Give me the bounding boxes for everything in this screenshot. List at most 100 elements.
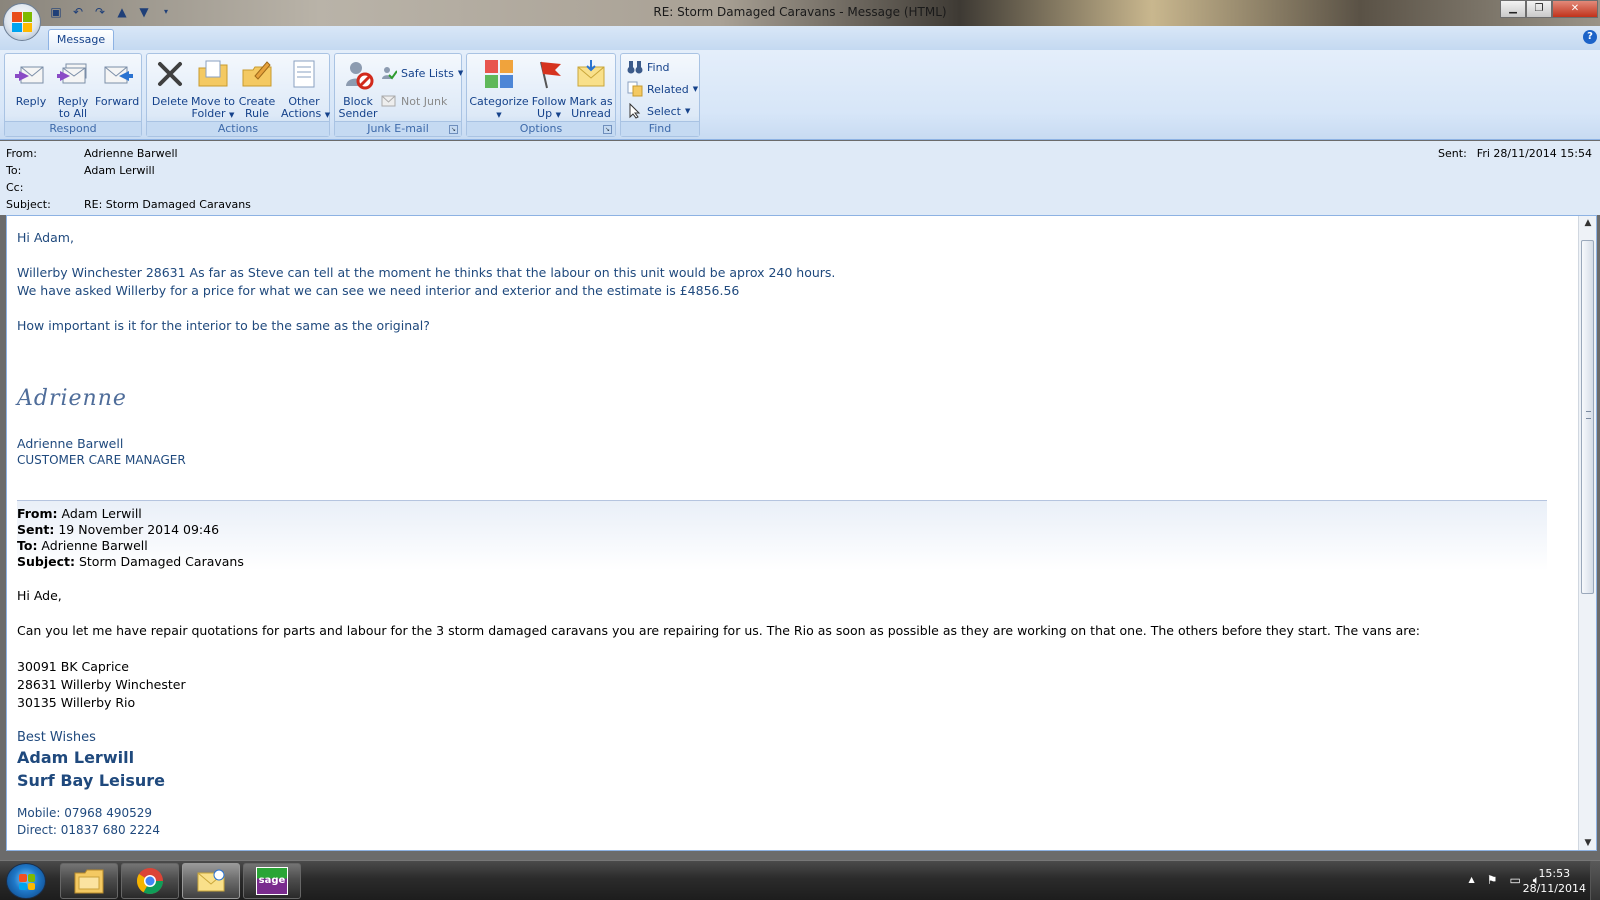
group-label-options: Options <box>467 121 615 136</box>
network-icon[interactable]: ▭ <box>1509 873 1520 888</box>
office-button[interactable] <box>3 3 41 41</box>
start-button[interactable] <box>6 863 46 899</box>
quoted-body: Can you let me have repair quotations fo… <box>17 623 1420 638</box>
from-label: From: <box>6 147 37 160</box>
other-actions-button[interactable]: Other Actions ▼ <box>281 58 331 121</box>
subject-label: Subject: <box>6 198 51 211</box>
clock-time: 15:53 <box>1538 867 1571 880</box>
group-actions: Delete Move to Folder ▼ Create Rule Othe… <box>146 53 330 137</box>
block-sender-icon <box>346 62 374 90</box>
group-label-actions: Actions <box>147 121 329 136</box>
related-button[interactable]: Related ▼ <box>627 80 698 98</box>
safe-lists-icon <box>382 67 397 80</box>
from-value[interactable]: Adrienne Barwell <box>84 147 178 160</box>
select-button[interactable]: Select ▼ <box>627 102 690 120</box>
clock-date: 28/11/2014 <box>1522 882 1586 895</box>
related-icon <box>627 81 643 97</box>
close-button[interactable]: ✕ <box>1552 0 1598 18</box>
show-desktop-button[interactable] <box>1590 861 1600 900</box>
categorize-button[interactable]: Categorize ▼ <box>469 58 529 121</box>
scroll-down-icon[interactable]: ▼ <box>1579 836 1596 850</box>
chevron-down-icon: ▼ <box>457 69 464 77</box>
scroll-thumb[interactable] <box>1581 240 1594 594</box>
greeting: Hi Adam, <box>17 230 74 245</box>
action-center-flag-icon[interactable]: ⚑ <box>1487 873 1498 888</box>
group-options: Categorize ▼ Follow Up ▼ Mark as Unread … <box>466 53 616 137</box>
sent-label: Sent: <box>1438 147 1467 160</box>
restore-button[interactable]: ❐ <box>1526 0 1552 18</box>
quoted-greeting: Hi Ade, <box>17 588 62 603</box>
vertical-scrollbar[interactable]: ▲ ▼ <box>1578 216 1596 850</box>
van-item-1: 30091 BK Caprice <box>17 659 129 674</box>
grip-icon <box>1586 411 1591 419</box>
delete-button[interactable]: Delete <box>151 58 189 108</box>
body-line-2: We have asked Willerby for a price for w… <box>17 283 740 298</box>
windows-explorer-icon <box>74 869 104 894</box>
taskbar-chrome[interactable] <box>121 863 179 899</box>
window-title: RE: Storm Damaged Caravans - Message (HT… <box>653 5 947 19</box>
chevron-down-icon: ▼ <box>496 111 502 119</box>
quoted-sender-name: Adam Lerwill <box>17 748 135 767</box>
quoted-mobile: Mobile: 07968 490529 <box>17 806 153 820</box>
scroll-up-icon[interactable]: ▲ <box>1579 216 1596 230</box>
group-junk-email: Block Sender Safe Lists ▼ Not Junk Junk … <box>334 53 463 137</box>
find-button[interactable]: Find <box>627 58 670 76</box>
not-junk-button[interactable]: Not Junk <box>381 92 447 110</box>
quoted-closing: Best Wishes <box>17 730 96 745</box>
body-line-1: Willerby Winchester 28631 As far as Stev… <box>17 265 836 280</box>
mark-as-unread-button[interactable]: Mark as Unread <box>569 58 613 120</box>
header-sent-row: Sent: Fri 28/11/2014 15:54 <box>1438 147 1592 160</box>
message-header: From: Adrienne Barwell To: Adam Lerwill Cc… <box>0 141 1600 215</box>
taskbar-sage[interactable]: sage <box>243 863 301 899</box>
group-label-junk-email: Junk E-mail <box>335 121 461 136</box>
binoculars-icon <box>627 61 643 74</box>
dialog-launcher-icon[interactable]: ↘ <box>449 125 458 134</box>
chevron-down-icon: ▼ <box>324 111 331 119</box>
reply-all-button[interactable]: Reply to All <box>53 58 93 120</box>
handwritten-signature: Adrienne <box>17 386 127 411</box>
forward-button[interactable]: Forward <box>95 58 139 108</box>
create-rule-icon <box>242 61 272 87</box>
taskbar-explorer[interactable] <box>60 863 118 899</box>
show-hidden-icons[interactable]: ▲ <box>1469 873 1475 888</box>
ribbon: Reply Reply to All Forward Respond Delet… <box>0 50 1600 140</box>
minimize-button[interactable]: ▁ <box>1500 0 1526 18</box>
signature-name: Adrienne Barwell <box>17 436 124 451</box>
to-value[interactable]: Adam Lerwill <box>84 164 155 177</box>
body-line-3: How important is it for the interior to … <box>17 318 430 333</box>
group-find: Find Related ▼ Select ▼ Find <box>620 53 700 137</box>
quoted-subject: Subject: Storm Damaged Caravans <box>17 554 244 569</box>
move-to-folder-button[interactable]: Move to Folder ▼ <box>191 58 235 121</box>
create-rule-button[interactable]: Create Rule <box>237 58 277 120</box>
chevron-down-icon: ▼ <box>692 85 699 93</box>
clock[interactable]: 15:53 28/11/2014 <box>1523 866 1586 896</box>
header-to-row: To: Adam Lerwill <box>6 164 155 177</box>
unread-envelope-icon <box>577 60 605 87</box>
signature-title: CUSTOMER CARE MANAGER <box>17 453 186 467</box>
header-cc-row: Cc: <box>6 181 84 194</box>
help-icon[interactable]: ? <box>1583 30 1597 44</box>
header-subject-row: Subject: RE: Storm Damaged Caravans <box>6 198 251 211</box>
block-sender-button[interactable]: Block Sender <box>337 58 379 120</box>
other-actions-icon <box>293 60 315 88</box>
tab-message[interactable]: Message <box>48 29 114 50</box>
safe-lists-button[interactable]: Safe Lists ▼ <box>381 64 463 82</box>
title-bar: ▣ ↶ ↷ ▲ ▼ ▾ RE: Storm Damaged Caravans -… <box>0 0 1600 26</box>
reply-button[interactable]: Reply <box>11 58 51 108</box>
chevron-down-icon: ▼ <box>684 107 691 115</box>
group-label-find: Find <box>621 121 699 136</box>
taskbar-outlook[interactable] <box>182 863 240 899</box>
dialog-launcher-icon[interactable]: ↘ <box>603 125 612 134</box>
chevron-down-icon: ▼ <box>555 111 561 119</box>
follow-up-button[interactable]: Follow Up ▼ <box>529 58 569 121</box>
group-label-respond: Respond <box>5 121 141 136</box>
header-from-row: From: Adrienne Barwell <box>6 147 178 160</box>
message-body[interactable]: Hi Adam, Willerby Winchester 28631 As fa… <box>6 215 1597 851</box>
quoted-to: To: Adrienne Barwell <box>17 538 148 553</box>
quoted-sent: Sent: 19 November 2014 09:46 <box>17 522 220 537</box>
outlook-icon <box>197 869 225 892</box>
ribbon-tab-bar: Message ? <box>0 26 1600 50</box>
van-item-3: 30135 Willerby Rio <box>17 695 136 710</box>
cc-label: Cc: <box>6 181 24 194</box>
quoted-from: From: Adam Lerwill <box>17 506 142 521</box>
